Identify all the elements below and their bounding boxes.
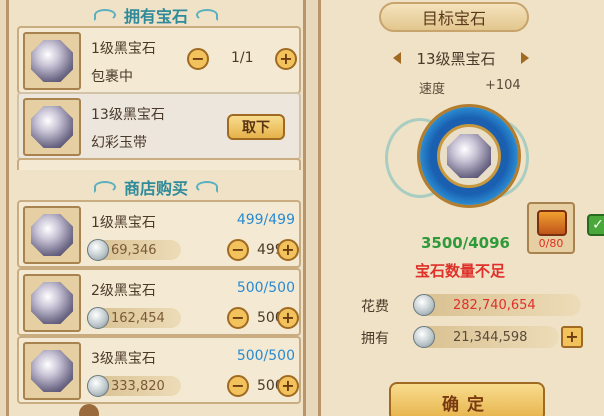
target-title-text: 目标宝石: [421, 9, 486, 28]
increase-button[interactable]: +: [277, 239, 299, 261]
gem-price: 333,820: [111, 378, 165, 394]
treasure-chest-slot[interactable]: 0/80: [527, 202, 575, 254]
gem-slot: [23, 98, 81, 156]
gem-stock: 500/500: [236, 348, 295, 364]
left-panel: 拥有宝石 1级黑宝石 包裹中 − 1/1 + 13级黑宝石 幻彩玉带 取下 商店…: [6, 0, 306, 416]
shop-section-title: 商店购买: [9, 174, 303, 200]
treasure-chest-icon: [537, 210, 567, 236]
silver-coin-icon: [87, 375, 109, 397]
increase-button[interactable]: +: [277, 307, 299, 329]
owned-section-title: 拥有宝石: [9, 2, 303, 28]
gem-stock: 499/499: [236, 212, 295, 228]
partial-option-icon: [79, 404, 99, 416]
decrease-button[interactable]: −: [187, 48, 209, 70]
shop-gem-row[interactable]: 2级黑宝石 500/500 162,454 − 500 +: [17, 268, 301, 336]
fee-bar: 282,740,654: [413, 294, 581, 316]
right-panel: 目标宝石 13级黑宝石 速度 +104 3500/4096 宝石数量不足 0/8…: [318, 0, 604, 416]
owned-gem-row[interactable]: 13级黑宝石 幻彩玉带 取下: [17, 92, 301, 160]
decrease-button[interactable]: −: [227, 307, 249, 329]
shop-title-text: 商店购买: [123, 179, 188, 198]
silver-coin-icon: [87, 239, 109, 261]
gem-location: 幻彩玉带: [91, 135, 147, 151]
confirm-label: 确定: [442, 394, 492, 415]
gem-name: 3级黑宝石: [91, 351, 156, 367]
black-gem-icon: [447, 134, 491, 178]
silver-coin-icon: [413, 294, 435, 316]
own-label: 拥有: [361, 331, 389, 347]
swirl-ornament-icon: [196, 181, 218, 193]
swirl-ornament-icon: [93, 181, 116, 193]
black-gem-icon: [31, 40, 73, 82]
swirl-ornament-icon: [93, 9, 116, 21]
shop-gem-row[interactable]: 1级黑宝石 499/499 69,346 − 499 +: [17, 200, 301, 268]
fee-value: 282,740,654: [453, 297, 536, 313]
target-gem-frame: [417, 104, 521, 208]
next-arrow-icon[interactable]: [521, 52, 529, 64]
gem-name: 1级黑宝石: [91, 41, 156, 57]
silver-coin-icon: [413, 326, 435, 348]
black-gem-icon: [31, 214, 73, 256]
fee-label: 花费: [361, 299, 389, 315]
target-gem-title: 目标宝石: [379, 2, 529, 32]
decrease-button[interactable]: −: [227, 239, 249, 261]
add-currency-button[interactable]: +: [561, 326, 583, 348]
own-value: 21,344,598: [453, 329, 528, 345]
insufficient-warning: 宝石数量不足: [415, 262, 506, 280]
chest-count: 0/80: [538, 237, 564, 250]
black-gem-icon: [31, 350, 73, 392]
shop-gem-row[interactable]: 3级黑宝石 500/500 333,820 − 500 +: [17, 336, 301, 404]
gem-stock: 500/500: [236, 280, 295, 296]
confirm-button[interactable]: 确定: [389, 382, 545, 416]
increase-button[interactable]: +: [275, 48, 297, 70]
stat-label: 速度: [419, 82, 446, 97]
gem-name: 1级黑宝石: [91, 215, 156, 231]
unequip-button[interactable]: 取下: [227, 114, 285, 140]
decrease-button[interactable]: −: [227, 375, 249, 397]
gem-slot: [23, 342, 81, 400]
synthesis-progress: 3500/4096: [421, 234, 510, 252]
target-gem-name: 13级黑宝石: [416, 50, 496, 68]
gem-slot: [23, 206, 81, 264]
swirl-ornament-icon: [196, 9, 218, 21]
owned-title-text: 拥有宝石: [123, 7, 188, 26]
gem-slot: [23, 274, 81, 332]
increase-button[interactable]: +: [277, 375, 299, 397]
gem-price: 162,454: [111, 310, 165, 326]
gem-price: 69,346: [111, 242, 157, 258]
owned-gem-row[interactable]: 1级黑宝石 包裹中 − 1/1 +: [17, 26, 301, 94]
black-gem-icon: [31, 106, 73, 148]
stat-value: +104: [485, 78, 521, 93]
silver-coin-icon: [87, 307, 109, 329]
gem-name: 13级黑宝石: [91, 107, 165, 123]
black-gem-icon: [31, 282, 73, 324]
target-gem-slot: [437, 124, 501, 188]
gem-location: 包裹中: [91, 69, 133, 85]
gem-count: 1/1: [231, 50, 254, 66]
owned-gem-row-partial: [17, 158, 301, 170]
checkbox-checked-icon[interactable]: ✓: [587, 214, 604, 236]
gem-name: 2级黑宝石: [91, 283, 156, 299]
gem-slot: [23, 32, 81, 90]
